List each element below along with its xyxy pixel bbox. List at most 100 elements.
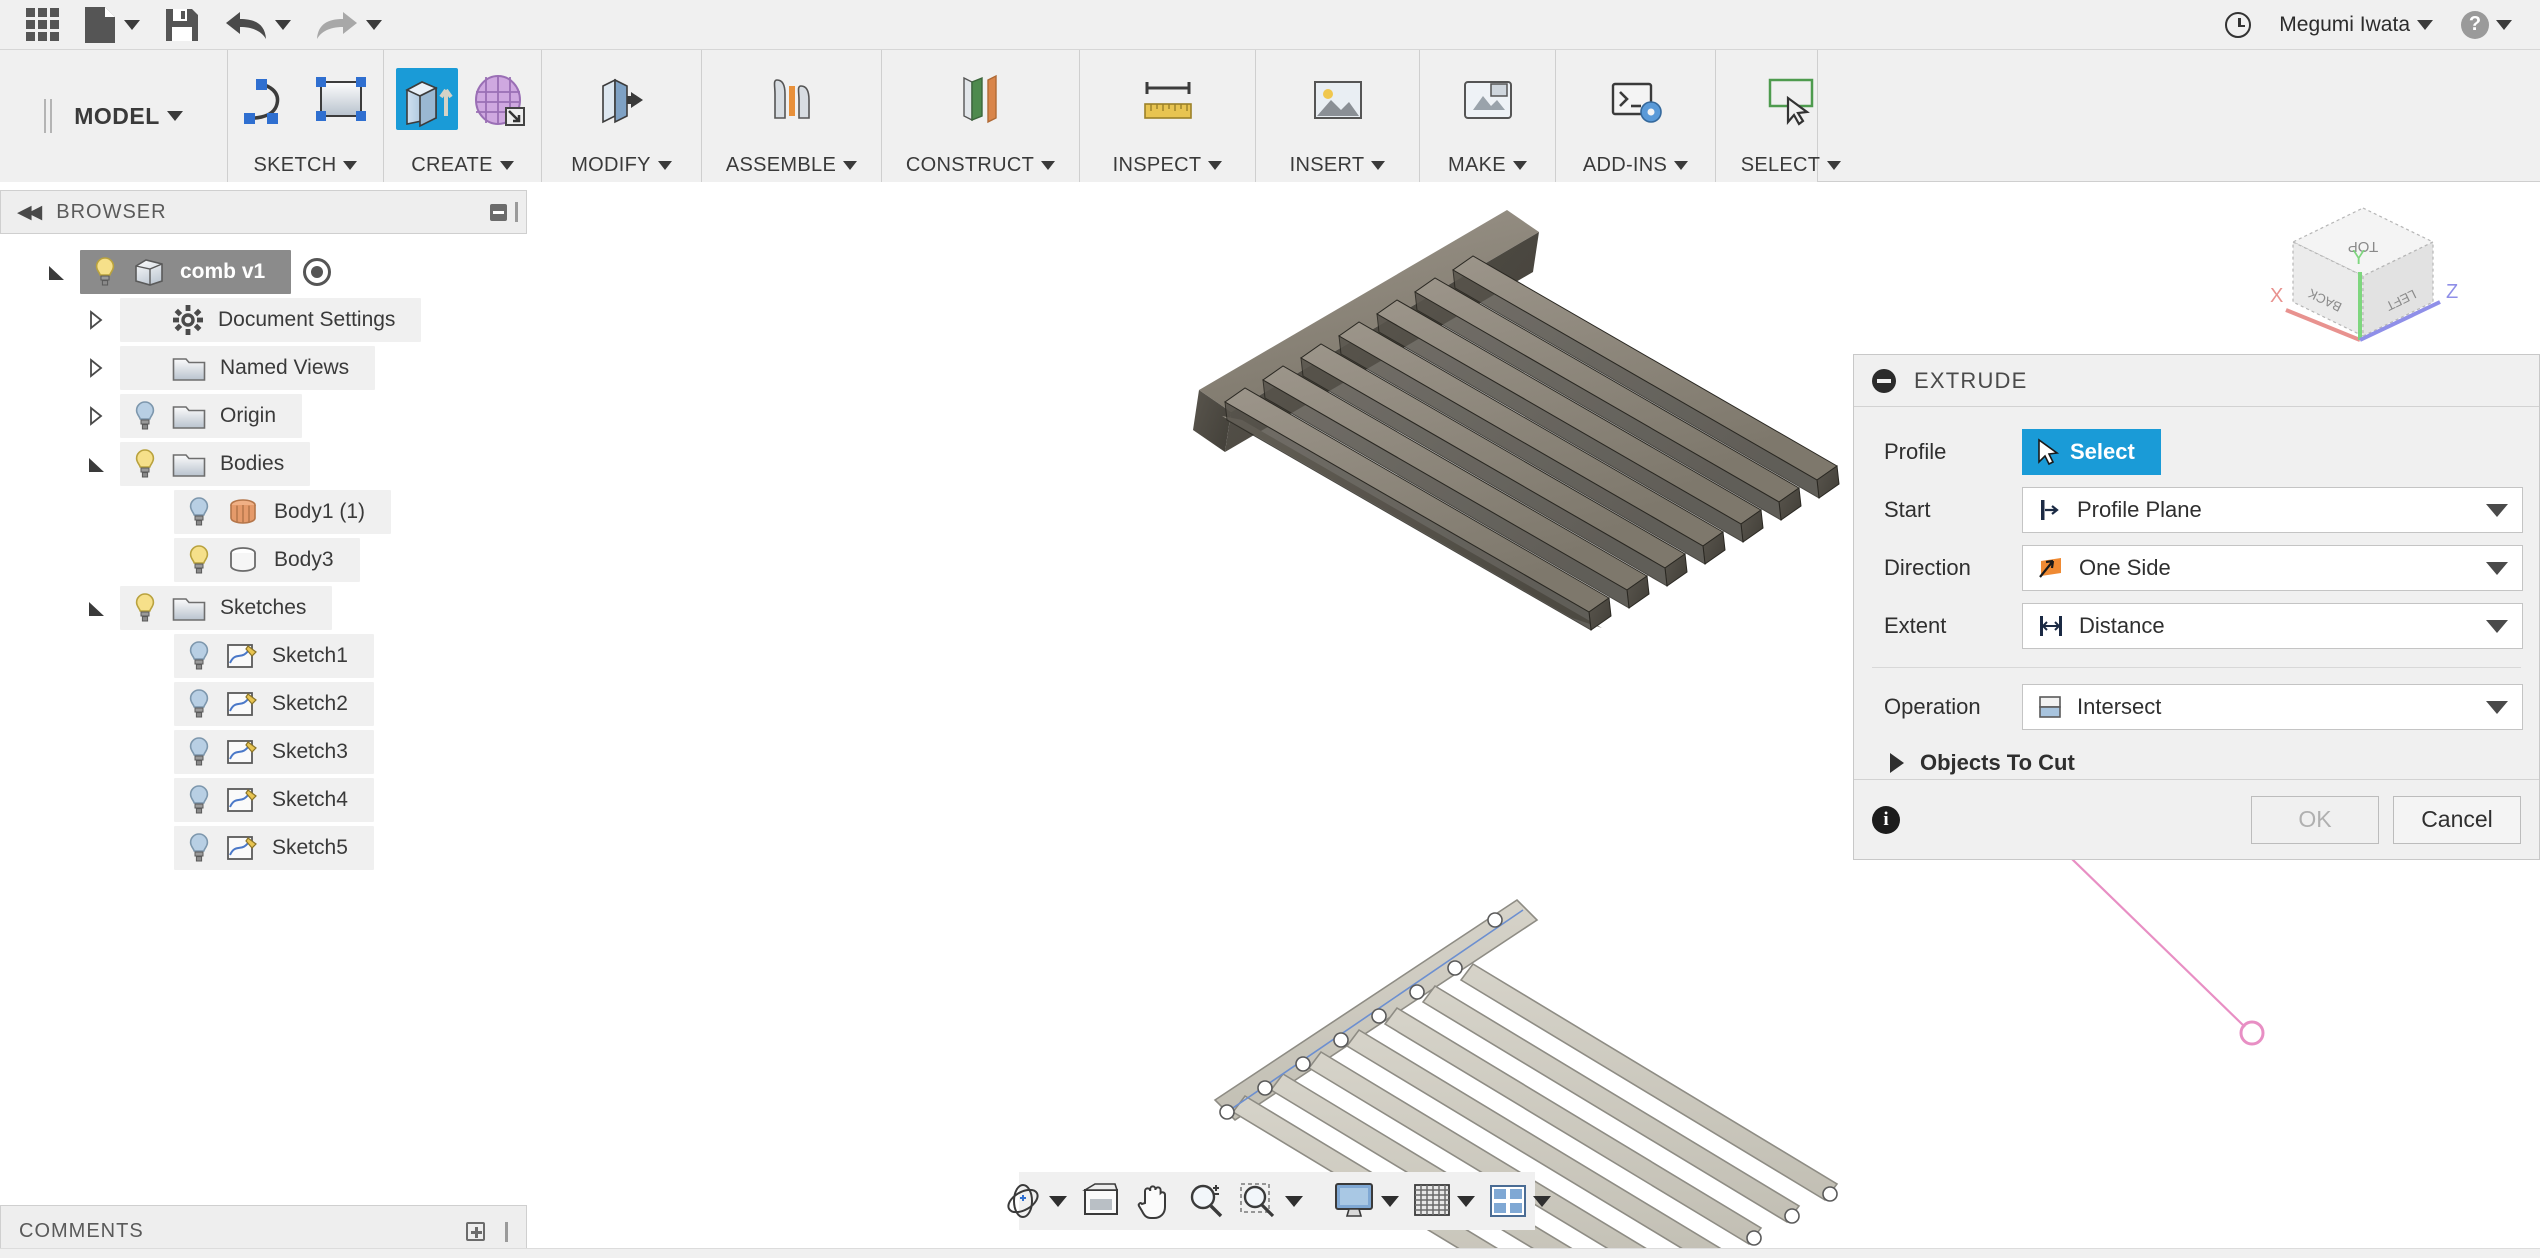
ribbon-tab-create-label: CREATE — [411, 154, 492, 177]
tree-row-content[interactable]: Named Views — [120, 346, 375, 390]
redo-button[interactable] — [303, 2, 394, 48]
tree-expander-closed[interactable] — [86, 405, 120, 427]
tree-item-sketches[interactable]: Sketches — [0, 584, 527, 632]
ribbon-tab-assemble[interactable]: ASSEMBLE — [726, 148, 857, 182]
mesh-icon[interactable] — [468, 68, 530, 130]
ribbon-tab-create[interactable]: CREATE — [411, 148, 513, 182]
tree-expander-closed[interactable] — [86, 357, 120, 379]
start-dropdown[interactable]: Profile Plane — [2022, 487, 2523, 533]
tree-item-document-settings[interactable]: Document Settings — [0, 296, 527, 344]
lightbulb-icon[interactable] — [132, 448, 166, 480]
lightbulb-icon[interactable] — [186, 640, 220, 672]
pan-button[interactable] — [1129, 1181, 1179, 1221]
ribbon-tab-inspect[interactable]: INSPECT — [1113, 148, 1223, 182]
tree-expander-open[interactable] — [86, 454, 120, 474]
tree-item-named-views[interactable]: Named Views — [0, 344, 527, 392]
zoom-window-button[interactable] — [1233, 1182, 1309, 1220]
tree-row-content[interactable]: Sketch1 — [174, 634, 374, 678]
insert-image-icon[interactable] — [1307, 68, 1369, 130]
help-button[interactable]: ? — [2449, 2, 2524, 48]
info-icon[interactable]: i — [1872, 806, 1900, 834]
spline-icon[interactable] — [239, 68, 301, 130]
tree-row-content[interactable]: Document Settings — [120, 298, 421, 342]
tree-item-comb-v1[interactable]: comb v1 — [0, 248, 527, 296]
tree-row-content[interactable]: Body3 — [174, 538, 360, 582]
tree-item-body1-1[interactable]: Body1 (1) — [0, 488, 527, 536]
lightbulb-icon[interactable] — [186, 688, 220, 720]
operation-dropdown[interactable]: Intersect — [2022, 684, 2523, 730]
tree-row-content[interactable]: Body1 (1) — [174, 490, 391, 534]
3d-print-icon[interactable] — [1457, 68, 1519, 130]
ribbon-tab-modify[interactable]: MODIFY — [571, 148, 672, 182]
joint-icon[interactable] — [761, 68, 823, 130]
scripts-addins-icon[interactable] — [1605, 68, 1667, 130]
ribbon-tab-construct[interactable]: CONSTRUCT — [906, 148, 1055, 182]
extrude-icon[interactable] — [396, 68, 458, 130]
rectangle-icon[interactable] — [311, 68, 373, 130]
user-menu[interactable]: Megumi Iwata — [2267, 2, 2445, 48]
ribbon-tab-make[interactable]: MAKE — [1448, 148, 1527, 182]
ribbon-grip — [50, 99, 52, 133]
lightbulb-icon[interactable] — [132, 592, 166, 624]
ribbon-tab-addins[interactable]: ADD-INS — [1583, 148, 1688, 182]
ribbon-tab-sketch[interactable]: SKETCH — [254, 148, 358, 182]
workspace-selector[interactable]: MODEL — [0, 50, 228, 182]
new-file-button[interactable] — [71, 2, 152, 48]
lightbulb-icon[interactable] — [186, 544, 220, 576]
tree-row-content[interactable]: Bodies — [120, 442, 310, 486]
history-button[interactable] — [2213, 2, 2263, 48]
ribbon-tab-select[interactable]: SELECT — [1741, 148, 1842, 182]
lightbulb-icon[interactable] — [186, 784, 220, 816]
save-button[interactable] — [152, 2, 212, 48]
grid-snaps-button[interactable] — [1407, 1183, 1481, 1219]
ribbon-tab-insert[interactable]: INSERT — [1290, 148, 1386, 182]
tree-item-label: Sketch3 — [272, 740, 348, 764]
tree-expander-closed[interactable] — [86, 309, 120, 331]
measure-icon[interactable] — [1137, 68, 1199, 130]
tree-expander-open[interactable] — [46, 262, 80, 282]
lightbulb-icon[interactable] — [186, 832, 220, 864]
profile-plane-icon — [2037, 497, 2063, 523]
double-left-arrow-icon[interactable]: ◀◀ — [17, 201, 38, 224]
tree-item-sketch1[interactable]: Sketch1 — [0, 632, 527, 680]
lightbulb-icon[interactable] — [186, 736, 220, 768]
display-settings-button[interactable] — [1327, 1182, 1405, 1220]
collapse-icon[interactable] — [1872, 369, 1896, 393]
cancel-button[interactable]: Cancel — [2393, 796, 2521, 844]
extent-dropdown[interactable]: Distance — [2022, 603, 2523, 649]
add-comment-icon[interactable] — [466, 1222, 485, 1241]
press-pull-icon[interactable] — [591, 68, 653, 130]
direction-dropdown[interactable]: One Side — [2022, 545, 2523, 591]
minimize-icon[interactable] — [490, 204, 507, 221]
lightbulb-icon[interactable] — [186, 496, 220, 528]
view-cube[interactable]: TOP BACK LEFT X Y Z — [2248, 190, 2478, 380]
offset-plane-icon[interactable] — [950, 68, 1012, 130]
tree-expander-open[interactable] — [86, 598, 120, 618]
tree-item-sketch2[interactable]: Sketch2 — [0, 680, 527, 728]
undo-button[interactable] — [212, 2, 303, 48]
tree-item-sketch5[interactable]: Sketch5 — [0, 824, 527, 872]
lightbulb-icon[interactable] — [92, 256, 126, 288]
zoom-button[interactable] — [1181, 1182, 1231, 1220]
activate-component-toggle[interactable] — [303, 258, 331, 286]
tree-item-sketch3[interactable]: Sketch3 — [0, 728, 527, 776]
lightbulb-icon[interactable] — [132, 400, 166, 432]
profile-select-button[interactable]: Select — [2022, 429, 2161, 475]
viewports-button[interactable] — [1483, 1184, 1557, 1218]
tree-row-content[interactable]: Origin — [120, 394, 302, 438]
tree-row-content[interactable]: Sketch3 — [174, 730, 374, 774]
tree-row-content[interactable]: Sketch2 — [174, 682, 374, 726]
tree-item-sketch4[interactable]: Sketch4 — [0, 776, 527, 824]
tree-item-origin[interactable]: Origin — [0, 392, 527, 440]
look-at-button[interactable] — [1075, 1182, 1127, 1220]
orbit-button[interactable] — [997, 1181, 1073, 1221]
tree-item-bodies[interactable]: Bodies — [0, 440, 527, 488]
app-grid-button[interactable] — [14, 2, 71, 48]
tree-row-content[interactable]: Sketches — [120, 586, 332, 630]
tree-row-content[interactable]: comb v1 — [80, 250, 291, 294]
tree-item-body3[interactable]: Body3 — [0, 536, 527, 584]
tree-row-content[interactable]: Sketch5 — [174, 826, 374, 870]
ok-button[interactable]: OK — [2251, 796, 2379, 844]
select-cursor-icon[interactable] — [1760, 68, 1822, 130]
tree-row-content[interactable]: Sketch4 — [174, 778, 374, 822]
